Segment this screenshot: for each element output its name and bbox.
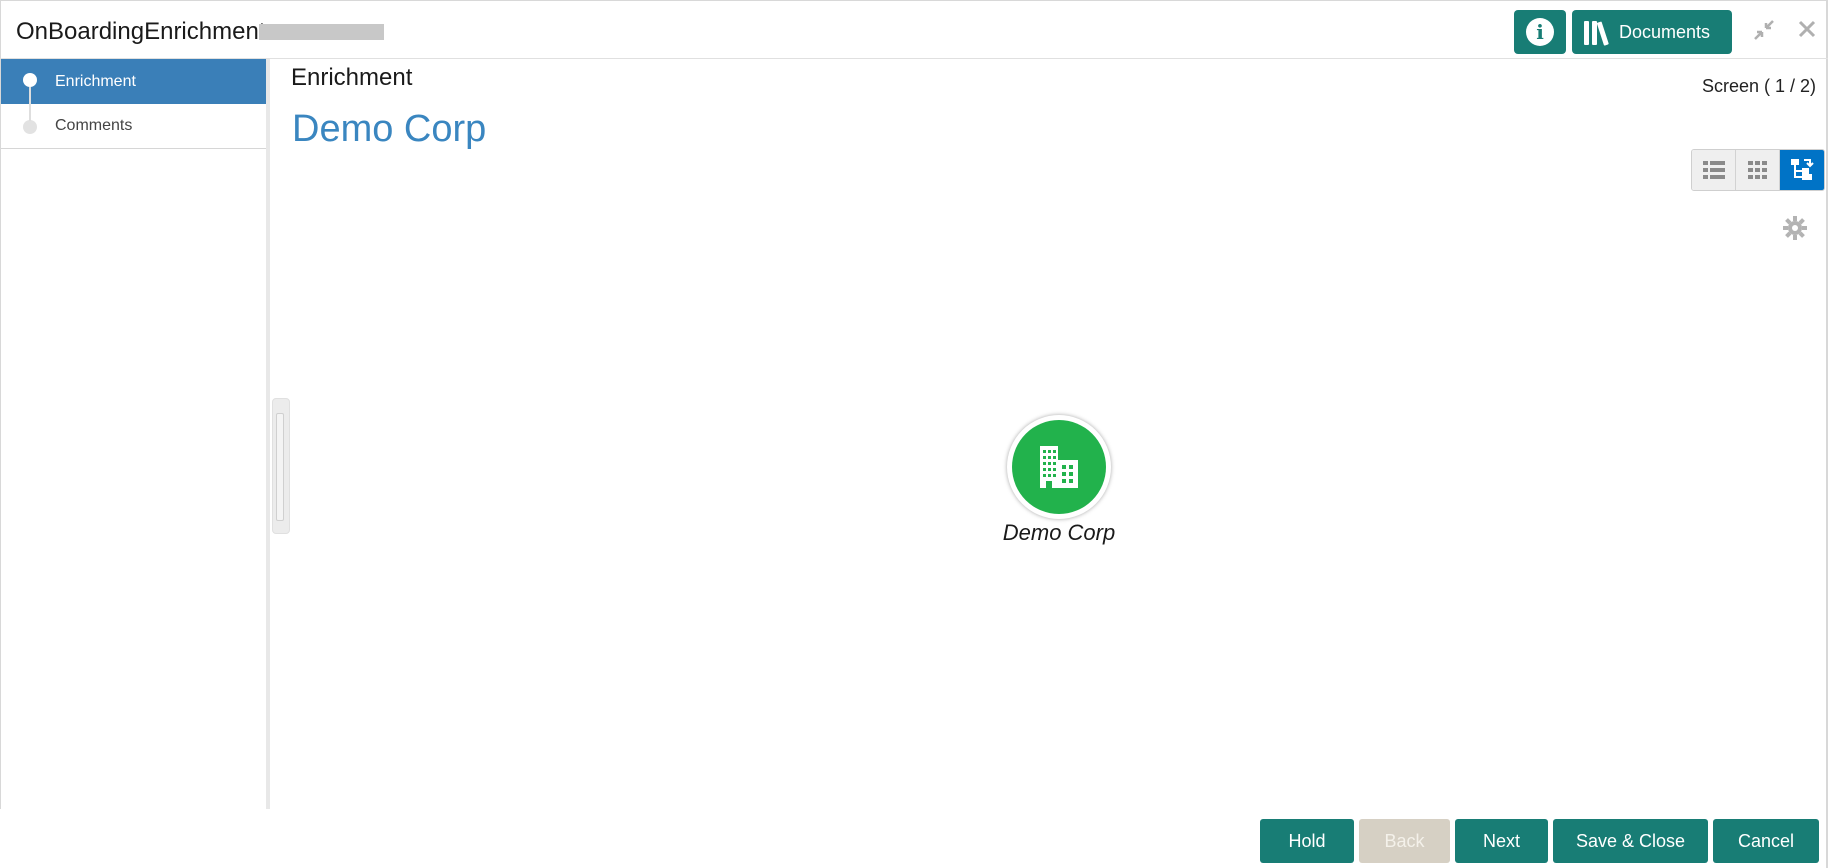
cancel-button[interactable]: Cancel (1713, 819, 1819, 863)
sidebar-item-enrichment[interactable]: Enrichment (1, 59, 266, 104)
info-button[interactable]: i (1514, 10, 1566, 54)
info-icon: i (1526, 18, 1554, 46)
window-title: OnBoardingEnrichment - (16, 18, 281, 45)
tree-view-icon (1791, 159, 1814, 180)
grid-view-button[interactable] (1736, 150, 1780, 190)
grid-view-icon (1747, 161, 1767, 179)
screen-counter: Screen ( 1 / 2) (1702, 76, 1817, 96)
list-view-button[interactable] (1692, 150, 1736, 190)
gear-icon[interactable] (1783, 215, 1807, 247)
entity-node-circle (1012, 420, 1106, 514)
view-mode-toggle (1691, 149, 1825, 191)
step-connector (29, 87, 31, 121)
panel-splitter-handle[interactable] (272, 398, 290, 534)
library-icon (1584, 19, 1609, 46)
sidebar-item-label: Enrichment (55, 72, 136, 90)
save-close-button[interactable]: Save & Close (1553, 819, 1708, 863)
entity-node-label: Demo Corp (1002, 520, 1116, 545)
building-icon (1040, 446, 1078, 488)
step-indicator-icon (23, 120, 37, 134)
steps-sidebar: Enrichment Comments (0, 59, 270, 809)
section-title: Enrichment (291, 64, 413, 91)
sidebar-item-comments[interactable]: Comments (1, 104, 266, 149)
window-header: OnBoardingEnrichment - i Documents (0, 0, 1828, 59)
minimize-icon[interactable] (1752, 18, 1776, 49)
documents-label: Documents (1619, 21, 1711, 42)
next-button[interactable]: Next (1455, 819, 1548, 863)
splitter-grip (276, 413, 284, 521)
tree-view-button[interactable] (1780, 150, 1824, 190)
hold-button[interactable]: Hold (1260, 819, 1354, 863)
entity-title: Demo Corp (292, 108, 487, 150)
entity-node[interactable] (1007, 415, 1111, 519)
back-button[interactable]: Back (1359, 819, 1450, 863)
redacted-title-value (259, 24, 384, 40)
documents-button[interactable]: Documents (1572, 10, 1732, 54)
close-icon[interactable] (1796, 15, 1818, 47)
action-bar: Hold Back Next Save & Close Cancel (272, 809, 1828, 868)
sidebar-item-label: Comments (55, 117, 133, 134)
step-indicator-icon (23, 73, 37, 87)
list-view-icon (1702, 161, 1725, 179)
